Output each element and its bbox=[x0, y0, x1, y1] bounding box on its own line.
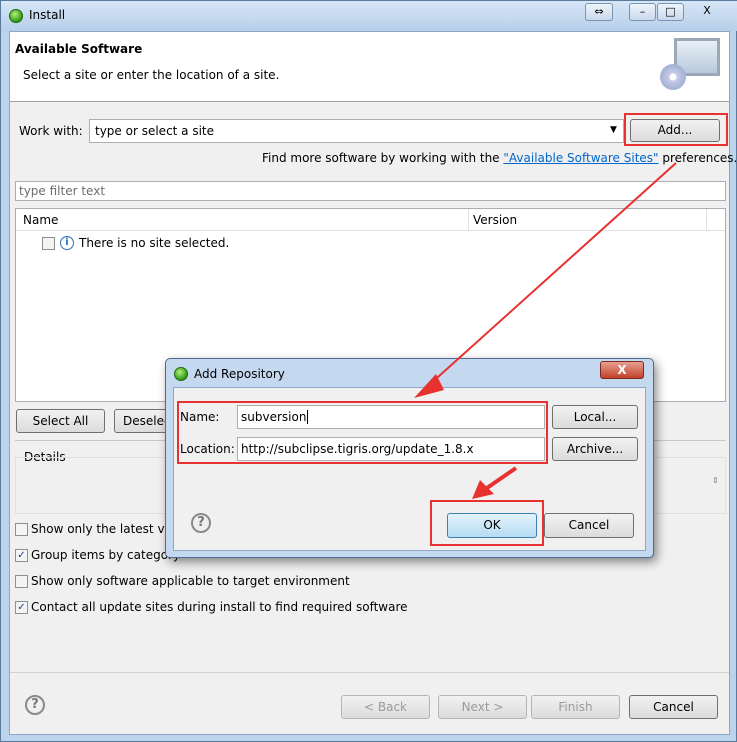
arrow-to-dialog bbox=[427, 162, 677, 387]
arrow-head-dialog bbox=[414, 374, 444, 398]
arrow-to-ok bbox=[482, 466, 518, 492]
annotation-arrows bbox=[414, 162, 677, 499]
arrow-head-ok bbox=[472, 480, 494, 499]
